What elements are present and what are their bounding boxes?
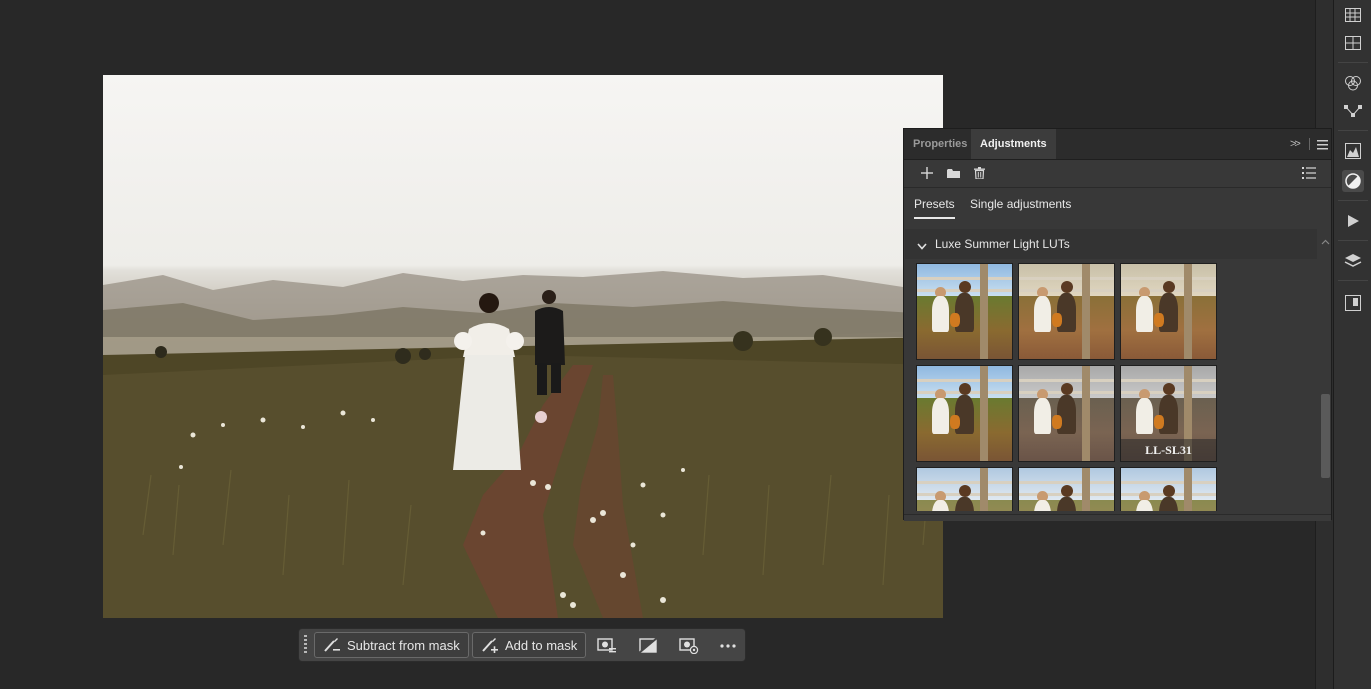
tab-properties[interactable]: Properties: [904, 129, 976, 159]
more-icon[interactable]: [717, 635, 739, 657]
scrollbar-thumb[interactable]: [1321, 394, 1330, 478]
preset-thumbnail[interactable]: [1018, 467, 1115, 511]
channels-icon[interactable]: [1342, 72, 1364, 94]
panel-tab-bar: Properties Adjustments >>: [904, 129, 1331, 160]
drag-handle[interactable]: [304, 635, 307, 655]
table-icon[interactable]: [1342, 4, 1364, 26]
preset-thumbnail[interactable]: [1018, 263, 1115, 360]
preset-thumbnail[interactable]: [1120, 467, 1217, 511]
preset-thumbnail[interactable]: [1018, 365, 1115, 462]
tab-single-adjustments[interactable]: Single adjustments: [970, 197, 1071, 211]
preset-thumbnail-grid: LL-SL31: [916, 263, 1316, 511]
brush-plus-icon: [481, 637, 499, 653]
subtract-from-mask-button[interactable]: Subtract from mask: [314, 632, 469, 658]
layers-icon[interactable]: [1342, 250, 1364, 272]
play-icon[interactable]: [1342, 210, 1364, 232]
add-to-mask-button[interactable]: Add to mask: [472, 632, 587, 658]
preset-thumbnail[interactable]: [916, 263, 1013, 360]
panel-menu-icon[interactable]: [1317, 139, 1328, 153]
collapse-panel-icon[interactable]: >>: [1290, 138, 1301, 150]
add-to-mask-label: Add to mask: [505, 637, 578, 653]
list-view-icon[interactable]: [1299, 163, 1319, 183]
tab-presets[interactable]: Presets: [914, 197, 955, 219]
right-icon-rail: [1333, 0, 1371, 689]
paths-icon[interactable]: [1342, 100, 1364, 122]
preset-group-title: Luxe Summer Light LUTs: [935, 237, 1070, 251]
add-icon[interactable]: [917, 163, 937, 183]
trash-icon[interactable]: [969, 163, 989, 183]
invert-mask-icon[interactable]: [637, 635, 659, 657]
panel-toolbar: [904, 159, 1331, 188]
histogram-icon[interactable]: [1342, 140, 1364, 162]
preset-thumbnail[interactable]: LL-SL31: [1120, 365, 1217, 462]
preset-thumbnail[interactable]: [1120, 263, 1217, 360]
scroll-up-icon[interactable]: [1321, 234, 1330, 248]
tab-adjustments[interactable]: Adjustments: [971, 129, 1056, 159]
brush-minus-icon: [323, 637, 341, 653]
mask-view-icon[interactable]: [678, 635, 700, 657]
preset-thumbnail[interactable]: [916, 365, 1013, 462]
adjustments-subtabs: Presets Single adjustments: [904, 187, 1331, 223]
grid-icon[interactable]: [1342, 32, 1364, 54]
contextual-task-bar: Subtract from mask Add to mask: [298, 628, 746, 662]
canvas-image[interactable]: [103, 75, 943, 618]
library-icon[interactable]: [1342, 292, 1364, 314]
mask-settings-icon[interactable]: [596, 635, 618, 657]
preset-group-header[interactable]: Luxe Summer Light LUTs: [905, 229, 1317, 259]
adjustments-icon[interactable]: [1342, 170, 1364, 192]
panel-scrollbar[interactable]: [1318, 229, 1332, 511]
preset-thumbnail-label: LL-SL31: [1121, 439, 1216, 461]
adjustments-panel: Properties Adjustments >> Presets Single…: [903, 128, 1332, 521]
tab-divider: [1309, 138, 1310, 150]
preset-thumbnail[interactable]: [916, 467, 1013, 511]
subtract-from-mask-label: Subtract from mask: [347, 637, 460, 653]
chevron-down-icon[interactable]: [917, 239, 927, 253]
panel-resize-edge[interactable]: [904, 514, 1331, 521]
folder-icon[interactable]: [943, 163, 963, 183]
wedding-photo-illustration: [103, 271, 943, 618]
